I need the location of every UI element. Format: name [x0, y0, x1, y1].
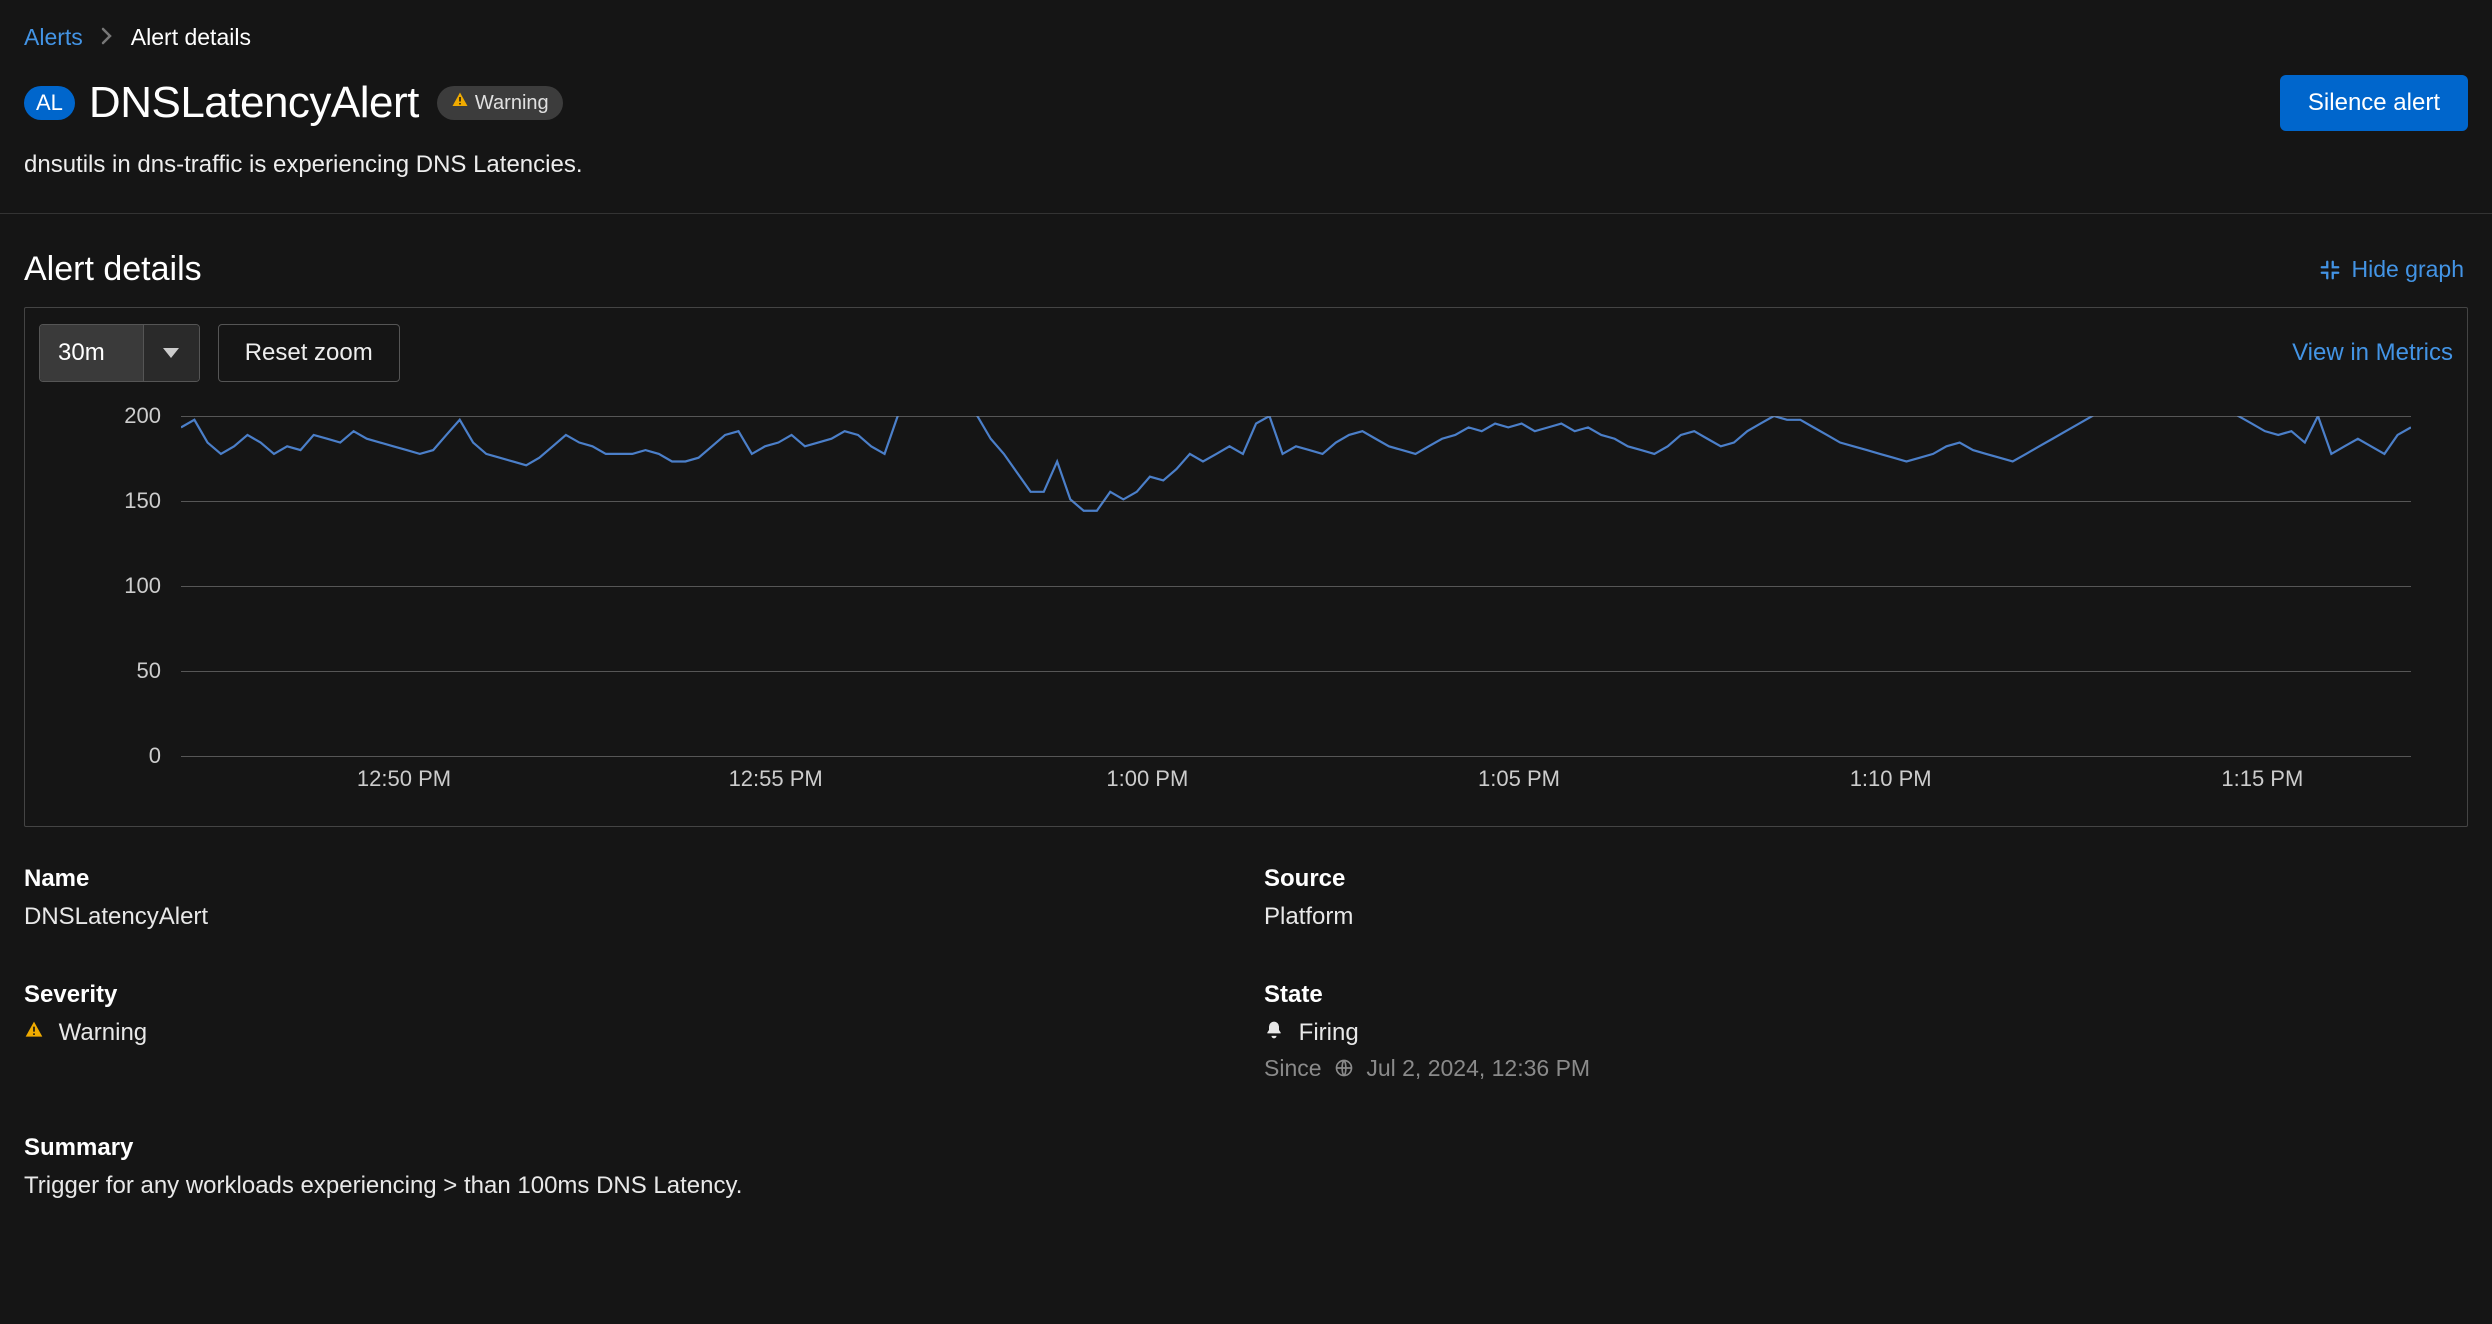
time-range-value: 30m: [40, 325, 143, 381]
breadcrumb-root-link[interactable]: Alerts: [24, 24, 83, 51]
x-tick-label: 12:50 PM: [357, 766, 451, 792]
y-tick-label: 150: [124, 488, 161, 514]
severity-value: Warning: [59, 1019, 147, 1046]
time-range-select[interactable]: 30m: [39, 324, 200, 382]
silence-alert-button[interactable]: Silence alert: [2280, 75, 2468, 131]
section-header: Alert details Hide graph: [0, 214, 2492, 307]
breadcrumb-current: Alert details: [131, 24, 251, 51]
x-tick-label: 1:10 PM: [1850, 766, 1932, 792]
chart-toolbar: 30m Reset zoom View in Metrics: [25, 324, 2467, 390]
x-axis-labels: 12:50 PM 12:55 PM 1:00 PM 1:05 PM 1:10 PM 1:1…: [181, 760, 2411, 800]
x-tick-label: 1:00 PM: [1106, 766, 1188, 792]
warning-icon: [451, 91, 469, 115]
gridline: [181, 671, 2411, 672]
gridline: [181, 586, 2411, 587]
y-tick-label: 200: [124, 403, 161, 429]
plot-area: [181, 416, 2411, 756]
warning-icon: [24, 1019, 51, 1046]
x-tick-label: 12:55 PM: [729, 766, 823, 792]
field-value: Trigger for any workloads experiencing >…: [24, 1172, 1224, 1200]
severity-pill: Warning: [437, 86, 563, 120]
severity-pill-label: Warning: [475, 92, 549, 115]
chart-area[interactable]: 050100150200 12:50 PM12:55 PM1:00 PM1:05…: [71, 416, 2421, 816]
page-header: AL DNSLatencyAlert Warning Silence alert: [0, 51, 2492, 151]
chart-panel: 30m Reset zoom View in Metrics 0 50 100 150…: [24, 307, 2468, 827]
reset-zoom-button[interactable]: Reset zoom: [218, 324, 400, 382]
gridline: [181, 501, 2411, 502]
section-title: Alert details: [24, 250, 202, 289]
caret-down-icon: [143, 325, 199, 381]
y-tick-label: 50: [137, 658, 161, 684]
y-tick-label: 100: [124, 573, 161, 599]
gridline: [181, 756, 2411, 757]
compress-icon: [2319, 259, 2341, 281]
page-title: DNSLatencyAlert: [89, 78, 419, 128]
breadcrumb: Alerts Alert details: [0, 0, 2492, 51]
hide-graph-label: Hide graph: [2351, 256, 2464, 283]
gridline: [181, 416, 2411, 417]
alert-type-badge: AL: [24, 86, 75, 120]
y-tick-label: 0: [149, 743, 161, 769]
x-tick-label: 1:05 PM: [1478, 766, 1560, 792]
y-axis-labels: 050100150200: [71, 416, 171, 756]
chevron-right-icon: [101, 24, 113, 51]
alert-description: dnsutils in dns-traffic is experiencing …: [0, 151, 2492, 213]
view-in-metrics-link[interactable]: View in Metrics: [2292, 339, 2453, 367]
x-tick-label: 1:15 PM: [2221, 766, 2303, 792]
hide-graph-toggle[interactable]: Hide graph: [2319, 256, 2464, 283]
